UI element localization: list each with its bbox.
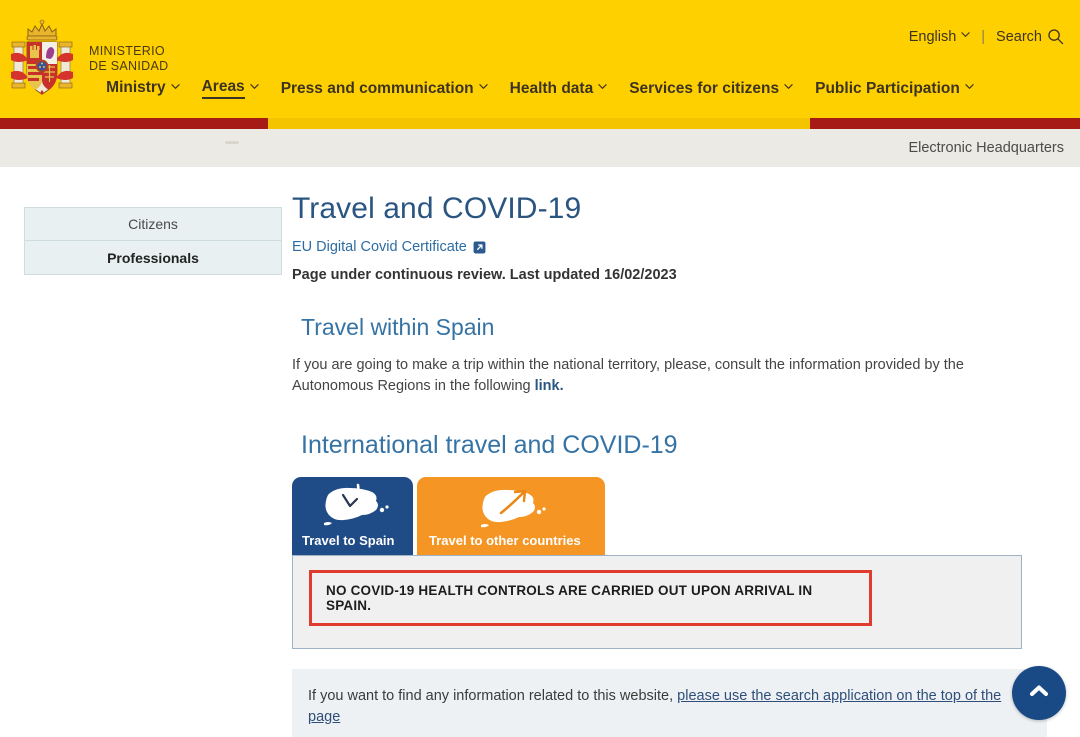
chevron-down-icon (784, 82, 793, 91)
chevron-down-icon (598, 82, 607, 91)
sidebar-item-professionals[interactable]: Professionals (24, 241, 282, 275)
chevron-down-icon (250, 82, 259, 91)
electronic-headquarters-link[interactable]: Electronic Headquarters (908, 140, 1064, 156)
ministry-name: MINISTERIO DE SANIDAD (89, 44, 168, 74)
paragraph-text: If you are going to make a trip within t… (292, 357, 964, 394)
secondary-bar: Electronic Headquarters (0, 129, 1080, 167)
nav-item-services-for-citizens[interactable]: Services for citizens (629, 80, 793, 98)
sidebar-item-label: Professionals (107, 249, 199, 266)
sidebar-item-citizens[interactable]: Citizens (24, 207, 282, 241)
flag-stripe (0, 118, 1080, 129)
search-label: Search (996, 28, 1042, 45)
main-navigation: Ministry Areas Press and communication H… (0, 78, 1080, 99)
search-info-box: If you want to find any information rela… (292, 669, 1047, 737)
nav-label: Health data (509, 79, 594, 97)
page-title: Travel and COVID-19 (292, 192, 582, 225)
language-selector[interactable]: English (909, 29, 971, 45)
external-link-icon (473, 241, 486, 254)
travel-tiles: Travel to Spain Travel to other countrie… (292, 477, 1062, 555)
audience-tabs: Citizens Professionals (24, 207, 282, 275)
chevron-up-icon (1026, 678, 1052, 709)
eu-digital-covid-certificate-link[interactable]: EU Digital Covid Certificate (292, 239, 486, 255)
stripe-amber-center (268, 118, 810, 129)
nav-label: Press and communication (280, 79, 474, 97)
travel-within-spain-paragraph: If you are going to make a trip within t… (292, 355, 982, 397)
utility-bar: English | Search (909, 28, 1064, 45)
stripe-red-right (810, 118, 1080, 129)
tile-label: Travel to other countries (429, 533, 581, 548)
page-body: Citizens Professionals Travel and COVID-… (0, 167, 1080, 737)
breadcrumb (225, 141, 239, 144)
nav-item-public-participation[interactable]: Public Participation (815, 80, 974, 98)
stripe-red-left (0, 118, 268, 129)
covid-controls-alert: NO COVID-19 HEALTH CONTROLS ARE CARRIED … (309, 570, 872, 626)
autonomous-regions-link[interactable]: link. (535, 378, 564, 394)
tile-travel-to-spain[interactable]: Travel to Spain (292, 477, 413, 555)
nav-label: Services for citizens (629, 79, 780, 97)
language-label: English (908, 28, 957, 45)
alert-text: NO COVID-19 HEALTH CONTROLS ARE CARRIED … (326, 583, 813, 613)
eu-link-label: EU Digital Covid Certificate (292, 239, 467, 255)
international-travel-panel: NO COVID-19 HEALTH CONTROLS ARE CARRIED … (292, 555, 1022, 649)
nav-item-press-and-communication[interactable]: Press and communication (281, 80, 488, 98)
site-header: MINISTERIO DE SANIDAD English | Search M… (0, 0, 1080, 118)
section-heading-travel-within-spain: Travel within Spain (301, 314, 495, 340)
section-heading-international-travel: International travel and COVID-19 (301, 431, 678, 459)
main-content: Travel and COVID-19 EU Digital Covid Cer… (292, 189, 1062, 737)
spain-map-arrow-out-icon (417, 479, 605, 537)
ministry-line-1: MINISTERIO (89, 44, 165, 58)
last-updated-text: Page under continuous review. Last updat… (292, 267, 677, 283)
utility-divider: | (981, 28, 986, 45)
tile-travel-to-other-countries[interactable]: Travel to other countries (417, 477, 605, 555)
nav-label: Public Participation (815, 79, 960, 97)
chevron-down-icon (965, 82, 974, 91)
search-button[interactable]: Search (996, 28, 1064, 45)
chevron-down-icon (478, 82, 488, 91)
nav-item-areas[interactable]: Areas (201, 78, 259, 99)
search-icon (1047, 28, 1064, 45)
sidebar-item-label: Citizens (128, 216, 178, 232)
nav-label: Areas (201, 78, 245, 99)
ministry-line-2: DE SANIDAD (89, 59, 169, 73)
spain-map-arrow-in-icon (292, 479, 413, 537)
tile-label: Travel to Spain (302, 533, 395, 548)
nav-item-ministry[interactable]: Ministry (106, 79, 180, 98)
chevron-down-icon (170, 82, 180, 91)
info-text: If you want to find any information rela… (308, 688, 678, 704)
chevron-down-icon (961, 30, 970, 39)
nav-label: Ministry (106, 79, 166, 96)
nav-item-health-data[interactable]: Health data (510, 80, 608, 98)
scroll-to-top-button[interactable] (1012, 666, 1066, 720)
